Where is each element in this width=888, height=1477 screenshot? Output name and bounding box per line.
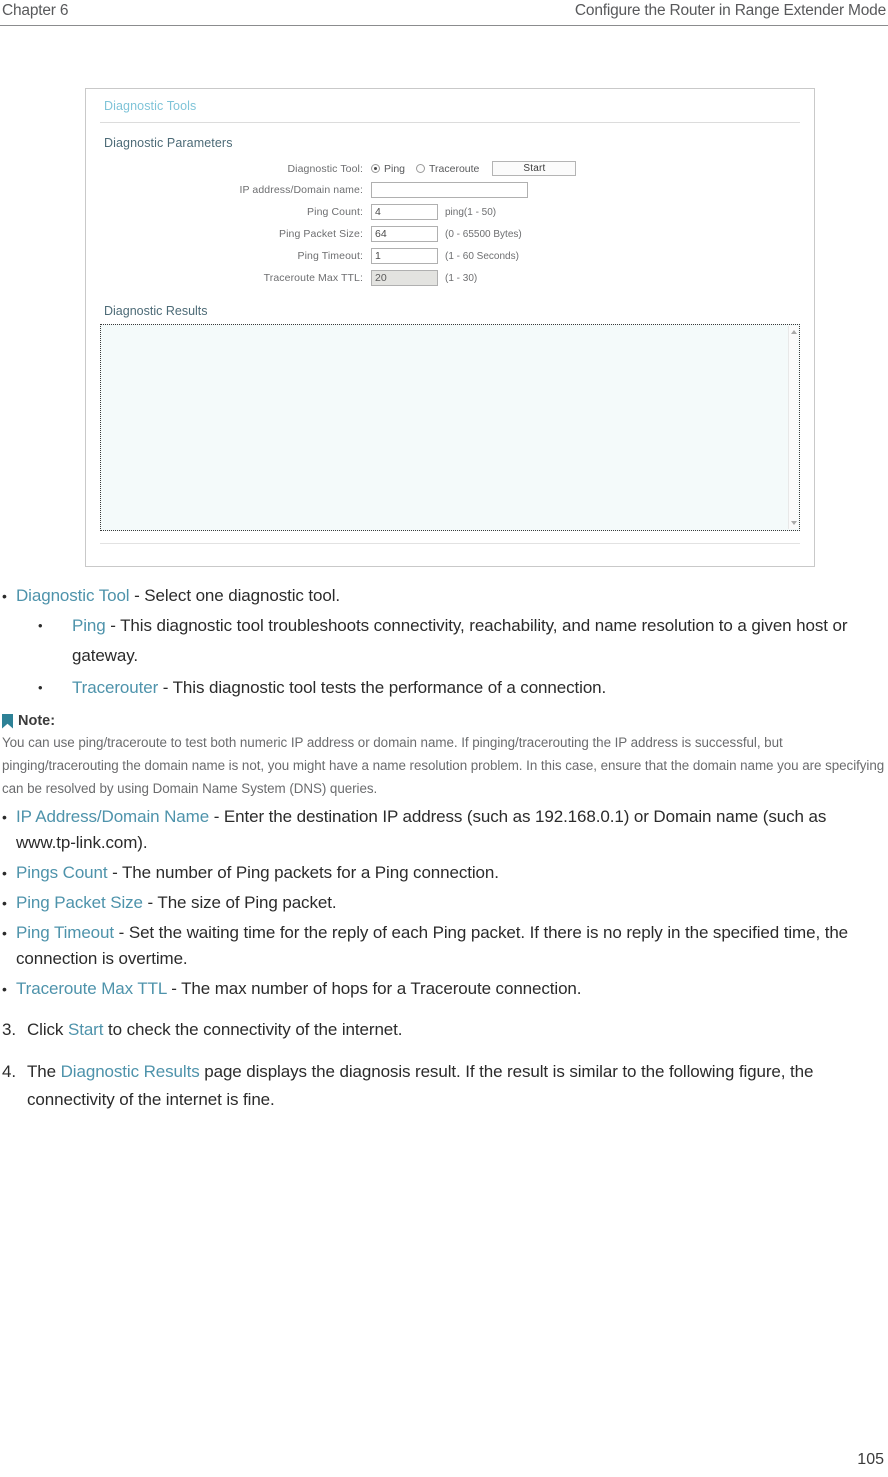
label-ping-timeout: Ping Timeout: xyxy=(297,250,363,262)
bullet-traceroute-max-ttl-text: Traceroute Max TTL - The max number of h… xyxy=(16,976,886,1002)
ping-count-input[interactable] xyxy=(371,204,438,220)
bullet-ping-timeout-text: Ping Timeout - Set the waiting time for … xyxy=(16,920,886,972)
term-ping: Ping xyxy=(72,616,106,635)
term-pings-count: Pings Count xyxy=(16,863,108,882)
bullet-ping-packet-size: • Ping Packet Size - The size of Ping pa… xyxy=(2,890,886,916)
form-row-ping-packet-size: Ping Packet Size: (0 - 65500 Bytes) xyxy=(86,226,814,242)
ping-packet-size-input[interactable] xyxy=(371,226,438,242)
results-scrollbar[interactable] xyxy=(788,326,798,529)
hint-traceroute-max-ttl: (1 - 30) xyxy=(445,272,478,284)
panel-footer-spacer xyxy=(86,544,814,566)
diagnostic-parameters-heading: Diagnostic Parameters xyxy=(104,136,233,150)
term-diagnostic-results: Diagnostic Results xyxy=(60,1062,200,1081)
step-4-pre: The xyxy=(27,1062,61,1081)
bullet-ip-address-domain-name: • IP Address/Domain Name - Enter the des… xyxy=(2,804,886,856)
sub-bullet-tracerouter-text: Tracerouter - This diagnostic tool tests… xyxy=(72,673,886,703)
ping-timeout-input[interactable] xyxy=(371,248,438,264)
term-ping-timeout: Ping Timeout xyxy=(16,923,115,942)
desc-ping: - This diagnostic tool troubleshoots con… xyxy=(72,616,848,665)
page-content: • Diagnostic Tool - Select one diagnosti… xyxy=(0,583,888,1114)
sub-bullet-dot-icon: • xyxy=(38,680,43,695)
bullet-dot-icon: • xyxy=(2,981,7,997)
label-ping-count: Ping Count: xyxy=(307,206,363,218)
page-header: Chapter 6 Configure the Router in Range … xyxy=(0,0,888,30)
header-chapter: Chapter 6 xyxy=(2,2,69,19)
sub-bullet-ping-text: Ping - This diagnostic tool troubleshoot… xyxy=(72,611,886,671)
hint-ping-timeout: (1 - 60 Seconds) xyxy=(445,250,519,262)
step-3: 3. Click Start to check the connectivity… xyxy=(2,1016,886,1044)
bullet-dot-icon: • xyxy=(2,895,7,911)
desc-ping-timeout: - Set the waiting time for the reply of … xyxy=(16,923,849,968)
radio-ping[interactable] xyxy=(371,164,380,173)
step-3-text: Click Start to check the connectivity of… xyxy=(27,1016,886,1044)
bullet-traceroute-max-ttl: • Traceroute Max TTL - The max number of… xyxy=(2,976,886,1002)
diagnostic-results-heading: Diagnostic Results xyxy=(104,304,208,318)
diagnostic-results-textarea[interactable] xyxy=(100,324,800,531)
desc-pings-count: - The number of Ping packets for a Ping … xyxy=(107,863,499,882)
radio-traceroute[interactable] xyxy=(416,164,426,173)
form-row-traceroute-max-ttl: Traceroute Max TTL: (1 - 30) xyxy=(86,270,814,286)
bullet-dot-icon: • xyxy=(2,588,7,604)
radio-ping-label: Ping xyxy=(384,162,406,175)
step-3-pre: Click xyxy=(27,1020,68,1039)
hint-ping-packet-size: (0 - 65500 Bytes) xyxy=(445,228,522,240)
bullet-ping-timeout: • Ping Timeout - Set the waiting time fo… xyxy=(2,920,886,972)
bullet-dot-icon: • xyxy=(2,865,7,881)
radio-group-diagnostic-tool[interactable]: Ping Traceroute xyxy=(371,163,486,175)
step-3-number: 3. xyxy=(2,1020,16,1039)
sub-bullet-dot-icon: • xyxy=(38,618,43,633)
label-ip-domain: IP address/Domain name: xyxy=(239,184,363,196)
sub-bullet-tracerouter: • Tracerouter - This diagnostic tool tes… xyxy=(38,673,886,703)
form-row-diagnostic-tool: Diagnostic Tool: Ping Traceroute Start xyxy=(86,161,814,176)
header-section-title: Configure the Router in Range Extender M… xyxy=(574,2,886,19)
sub-bullet-ping: • Ping - This diagnostic tool troublesho… xyxy=(38,611,886,671)
scroll-down-arrow-icon[interactable] xyxy=(791,521,797,525)
bullet-ping-packet-size-text: Ping Packet Size - The size of Ping pack… xyxy=(16,890,886,916)
form-row-ip-domain: IP address/Domain name: xyxy=(86,182,814,198)
page-number: 105 xyxy=(857,1451,884,1468)
step-4-number: 4. xyxy=(2,1062,16,1081)
bullet-ip-address-domain-name-text: IP Address/Domain Name - Enter the desti… xyxy=(16,804,886,856)
ip-domain-input[interactable] xyxy=(371,182,528,198)
note-heading: Note: xyxy=(2,713,886,729)
note-body-text: You can use ping/traceroute to test both… xyxy=(2,735,885,796)
term-start: Start xyxy=(67,1020,104,1039)
form-row-ping-timeout: Ping Timeout: (1 - 60 Seconds) xyxy=(86,248,814,264)
start-button[interactable]: Start xyxy=(492,161,577,176)
radio-traceroute-label: Traceroute xyxy=(429,162,480,175)
term-diagnostic-tool: Diagnostic Tool xyxy=(16,586,130,605)
bullet-pings-count: • Pings Count - The number of Ping packe… xyxy=(2,860,886,886)
bullet-diagnostic-tool-text: Diagnostic Tool - Select one diagnostic … xyxy=(16,583,886,609)
label-diagnostic-tool: Diagnostic Tool: xyxy=(287,162,363,175)
label-traceroute-max-ttl: Traceroute Max TTL: xyxy=(263,272,363,284)
desc-diagnostic-tool: - Select one diagnostic tool. xyxy=(129,586,341,605)
step-4: 4. The Diagnostic Results page displays … xyxy=(2,1058,886,1114)
traceroute-max-ttl-input xyxy=(371,270,438,286)
scroll-up-arrow-icon[interactable] xyxy=(791,330,797,334)
label-ping-packet-size: Ping Packet Size: xyxy=(279,228,363,240)
term-tracerouter: Tracerouter xyxy=(72,678,159,697)
step-4-text: The Diagnostic Results page displays the… xyxy=(27,1058,886,1114)
router-admin-panel: Diagnostic Tools Diagnostic Parameters D… xyxy=(85,88,815,567)
hint-ping-count: ping(1 - 50) xyxy=(445,206,497,218)
bullet-dot-icon: • xyxy=(2,809,7,825)
desc-traceroute-max-ttl: - The max number of hops for a Tracerout… xyxy=(166,979,582,998)
term-ip-address-domain-name: IP Address/Domain Name xyxy=(16,807,210,826)
diagnostic-parameters-form: Diagnostic Tool: Ping Traceroute Start I… xyxy=(86,150,814,296)
note-label: Note: xyxy=(18,713,56,729)
bullet-pings-count-text: Pings Count - The number of Ping packets… xyxy=(16,860,886,886)
step-3-post: to check the connectivity of the interne… xyxy=(103,1020,403,1039)
term-traceroute-max-ttl: Traceroute Max TTL xyxy=(16,979,167,998)
bullet-diagnostic-tool: • Diagnostic Tool - Select one diagnosti… xyxy=(2,583,886,609)
desc-tracerouter: - This diagnostic tool tests the perform… xyxy=(158,678,607,697)
header-divider xyxy=(0,25,888,26)
panel-title: Diagnostic Tools xyxy=(104,99,197,113)
note-ribbon-icon xyxy=(2,713,13,729)
form-row-ping-count: Ping Count: ping(1 - 50) xyxy=(86,204,814,220)
bullet-dot-icon: • xyxy=(2,925,7,941)
diagnostic-tools-screenshot: Diagnostic Tools Diagnostic Parameters D… xyxy=(0,88,888,567)
term-ping-packet-size: Ping Packet Size xyxy=(16,893,143,912)
desc-ping-packet-size: - The size of Ping packet. xyxy=(142,893,337,912)
